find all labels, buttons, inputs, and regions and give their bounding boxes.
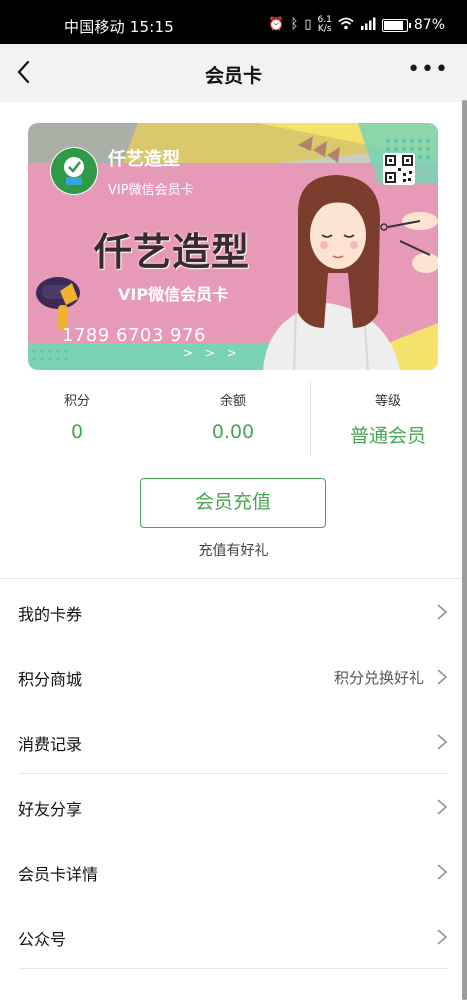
menu-item-purchase-history[interactable]: 消费记录 [0,709,462,774]
menu-list: 我的卡券 积分商城 积分兑换好礼 消费记录 好友分享 会员卡详情 公众号 [0,579,462,969]
shop-logo [50,147,98,195]
stat-balance-label: 余额 [219,394,246,409]
shop-logo-icon [51,148,97,194]
card-big-title: 仟艺造型 [94,230,251,274]
card-shop-subtitle: VIP微信会员卡 [108,183,194,198]
stat-level-label: 等级 [374,394,401,409]
menu-item-label: 好友分享 [18,800,83,819]
card-arrows: > > > [183,346,241,360]
card-big-subtitle: VIP微信会员卡 [118,285,229,304]
menu-item-points-mall[interactable]: 积分商城 积分兑换好礼 [0,644,462,709]
nav-bar: 会员卡 ••• [0,44,467,102]
chevron-right-icon [437,929,448,945]
menu-item-extra: 积分兑换好礼 [333,669,424,687]
battery-icon [381,18,411,32]
net-speed: 6.1 K/s [318,16,332,34]
stat-level-value: 普通会员 [349,425,426,447]
more-icon: ••• [407,57,449,82]
wifi-icon [338,17,354,34]
chevron-right-icon [437,799,448,815]
stat-balance[interactable]: 余额 0.00 [158,390,308,443]
chevron-right-icon [437,864,448,880]
card-shop-name: 仟艺造型 [108,149,180,170]
bluetooth-icon: ᛒ [290,17,299,32]
menu-item-label: 我的卡券 [18,605,83,624]
qr-code-icon[interactable] [383,153,415,185]
menu-item-share-friends[interactable]: 好友分享 [0,774,462,839]
stat-level[interactable]: 等级 普通会员 [313,390,462,448]
member-stats: 积分 0 余额 0.00 等级 普通会员 [0,370,462,464]
menu-item-card-details[interactable]: 会员卡详情 [0,839,462,904]
card-number: 1789 6703 976 [62,325,206,346]
stat-points-value: 0 [70,421,84,443]
status-bar: 中国移动 15:15 ⏰ ᛒ ▯ 6.1 K/s 87% [0,0,467,44]
menu-item-label: 公众号 [18,930,67,949]
net-speed-unit: K/s [317,24,332,34]
menu-item-official-account[interactable]: 公众号 [0,904,462,969]
content-panel: 仟艺造型 VIP微信会员卡 仟艺造型 VIP微信会员卡 1789 6703 97… [0,102,462,1000]
recharge-tip: 充值有好礼 [198,543,269,559]
recharge-button[interactable]: 会员充值 [140,478,326,528]
more-button[interactable]: ••• [407,58,449,82]
chevron-right-icon [437,604,448,620]
menu-item-label: 会员卡详情 [18,865,99,884]
stat-balance-value: 0.00 [211,421,255,443]
stat-points[interactable]: 积分 0 [2,390,152,443]
alarm-icon: ⏰ [268,17,285,32]
battery-percent: 87% [413,17,445,33]
menu-item-label: 消费记录 [18,735,83,754]
carrier-time: 中国移动 15:15 [64,18,174,36]
status-icons: ⏰ ᛒ ▯ 6.1 K/s 87% [268,16,445,34]
menu-item-my-coupons[interactable]: 我的卡券 [0,579,462,644]
page-title: 会员卡 [204,65,262,87]
stat-divider [310,382,311,456]
stat-points-label: 积分 [63,394,90,409]
scrollbar[interactable] [462,100,467,1000]
chevron-right-icon [437,734,448,750]
member-card[interactable]: 仟艺造型 VIP微信会员卡 仟艺造型 VIP微信会员卡 1789 6703 97… [28,123,438,370]
menu-item-label: 积分商城 [18,670,83,689]
battery-fill [383,20,403,30]
signal-icon [360,17,376,34]
vibrate-icon: ▯ [304,17,312,32]
chevron-right-icon [437,669,448,685]
